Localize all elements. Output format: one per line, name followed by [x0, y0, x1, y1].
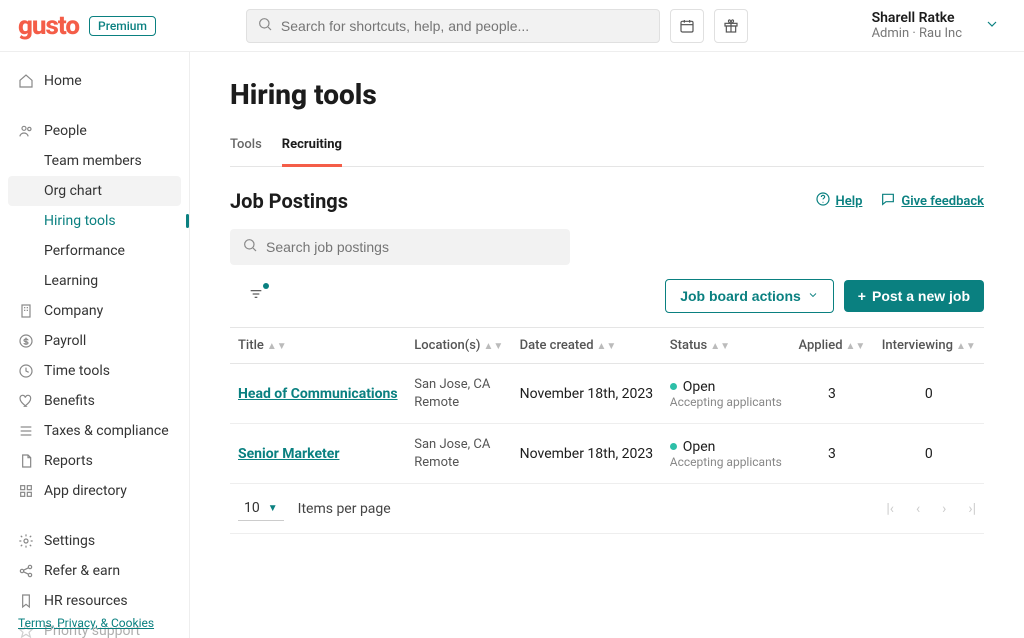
- job-title-link[interactable]: Senior Marketer: [238, 446, 339, 462]
- chevron-down-icon: [807, 288, 819, 304]
- nav-team-members[interactable]: Team members: [0, 146, 189, 176]
- col-status[interactable]: Status▲▼: [662, 328, 791, 364]
- col-title[interactable]: Title▲▼: [230, 328, 406, 364]
- sort-icon: ▲▼: [956, 341, 976, 352]
- nav-learning[interactable]: Learning: [0, 266, 189, 296]
- nav-benefits[interactable]: Benefits: [0, 386, 189, 416]
- dollar-icon: [18, 333, 34, 349]
- job-board-actions-button[interactable]: Job board actions: [665, 279, 834, 313]
- search-icon: [242, 237, 258, 257]
- nav-company[interactable]: Company: [0, 296, 189, 326]
- page-size-select[interactable]: 10 ▼: [238, 496, 284, 521]
- status-dot-icon: [670, 383, 677, 390]
- job-interviewing: 0: [874, 364, 985, 424]
- sort-icon: ▲▼: [267, 341, 287, 352]
- tab-tools[interactable]: Tools: [230, 129, 262, 166]
- job-status: OpenAccepting applicants: [670, 439, 783, 469]
- sort-icon: ▲▼: [597, 341, 617, 352]
- filter-button[interactable]: [242, 282, 270, 310]
- job-applied: 3: [790, 364, 873, 424]
- job-location: San Jose, CARemote: [406, 424, 511, 484]
- plus-icon: +: [858, 288, 866, 304]
- footer-legal-link[interactable]: Terms, Privacy, & Cookies: [0, 608, 189, 638]
- col-applied[interactable]: Applied▲▼: [790, 328, 873, 364]
- bookmark-icon: [18, 593, 34, 609]
- items-per-page-label: Items per page: [298, 501, 391, 517]
- nav-people[interactable]: People: [0, 116, 189, 146]
- gear-icon: [18, 533, 34, 549]
- search-icon: [257, 16, 273, 36]
- jobs-table: Title▲▼ Location(s)▲▼ Date created▲▼ Sta…: [230, 327, 984, 484]
- page-prev-button[interactable]: ‹: [916, 501, 920, 517]
- logo[interactable]: gusto: [18, 11, 79, 41]
- chat-icon: [880, 191, 896, 211]
- document-icon: [18, 453, 34, 469]
- filter-icon: [248, 286, 264, 306]
- tab-recruiting[interactable]: Recruiting: [282, 129, 342, 167]
- global-search[interactable]: [246, 9, 660, 43]
- caret-down-icon: ▼: [268, 503, 278, 514]
- chevron-down-icon[interactable]: [978, 10, 1006, 42]
- sidebar: Home People Team members Org chart Hirin…: [0, 52, 190, 638]
- nav-settings[interactable]: Settings: [0, 526, 189, 556]
- job-status: OpenAccepting applicants: [670, 379, 783, 409]
- home-icon: [18, 73, 34, 89]
- user-meta: Admin · Rau Inc: [872, 26, 962, 41]
- sort-icon: ▲▼: [710, 341, 730, 352]
- premium-badge[interactable]: Premium: [89, 16, 156, 36]
- sort-icon: ▲▼: [483, 341, 503, 352]
- nav-payroll[interactable]: Payroll: [0, 326, 189, 356]
- people-icon: [18, 123, 34, 139]
- job-title-link[interactable]: Head of Communications: [238, 386, 398, 402]
- nav-taxes[interactable]: Taxes & compliance: [0, 416, 189, 446]
- nav-home[interactable]: Home: [0, 66, 189, 96]
- user-menu[interactable]: Sharell Ratke Admin · Rau Inc: [872, 10, 1006, 42]
- feedback-link[interactable]: Give feedback: [880, 191, 984, 211]
- help-link[interactable]: Help: [815, 191, 863, 211]
- tabs: Tools Recruiting: [230, 129, 984, 167]
- job-search[interactable]: [230, 229, 570, 265]
- job-date: November 18th, 2023: [512, 424, 662, 484]
- gift-icon[interactable]: [714, 9, 748, 43]
- nav-time-tools[interactable]: Time tools: [0, 356, 189, 386]
- user-name: Sharell Ratke: [872, 10, 962, 26]
- grid-icon: [18, 483, 34, 499]
- table-row: Senior Marketer San Jose, CARemote Novem…: [230, 424, 984, 484]
- col-date[interactable]: Date created▲▼: [512, 328, 662, 364]
- nav-hiring-tools[interactable]: Hiring tools: [0, 206, 189, 236]
- main-content: Hiring tools Tools Recruiting Job Postin…: [190, 52, 1024, 638]
- calendar-icon[interactable]: [670, 9, 704, 43]
- nav-performance[interactable]: Performance: [0, 236, 189, 266]
- help-icon: [815, 191, 831, 211]
- nav-refer[interactable]: Refer & earn: [0, 556, 189, 586]
- nav-org-chart[interactable]: Org chart: [8, 176, 181, 206]
- sort-icon: ▲▼: [846, 341, 866, 352]
- job-date: November 18th, 2023: [512, 364, 662, 424]
- share-icon: [18, 563, 34, 579]
- global-search-input[interactable]: [281, 18, 649, 34]
- heart-icon: [18, 393, 34, 409]
- job-search-input[interactable]: [266, 239, 558, 255]
- post-job-button[interactable]: + Post a new job: [844, 280, 984, 312]
- page-first-button[interactable]: |‹: [886, 501, 894, 517]
- col-interviewing[interactable]: Interviewing▲▼: [874, 328, 985, 364]
- building-icon: [18, 303, 34, 319]
- nav-app-directory[interactable]: App directory: [0, 476, 189, 506]
- job-location: San Jose, CARemote: [406, 364, 511, 424]
- page-last-button[interactable]: ›|: [968, 501, 976, 517]
- list-icon: [18, 423, 34, 439]
- table-row: Head of Communications San Jose, CARemot…: [230, 364, 984, 424]
- job-applied: 3: [790, 424, 873, 484]
- page-title: Hiring tools: [230, 78, 984, 111]
- nav-reports[interactable]: Reports: [0, 446, 189, 476]
- section-title: Job Postings: [230, 189, 348, 213]
- page-next-button[interactable]: ›: [942, 501, 946, 517]
- status-dot-icon: [670, 443, 677, 450]
- clock-icon: [18, 363, 34, 379]
- col-locations[interactable]: Location(s)▲▼: [406, 328, 511, 364]
- job-interviewing: 0: [874, 424, 985, 484]
- pagination: 10 ▼ Items per page |‹ ‹ › ›|: [230, 484, 984, 534]
